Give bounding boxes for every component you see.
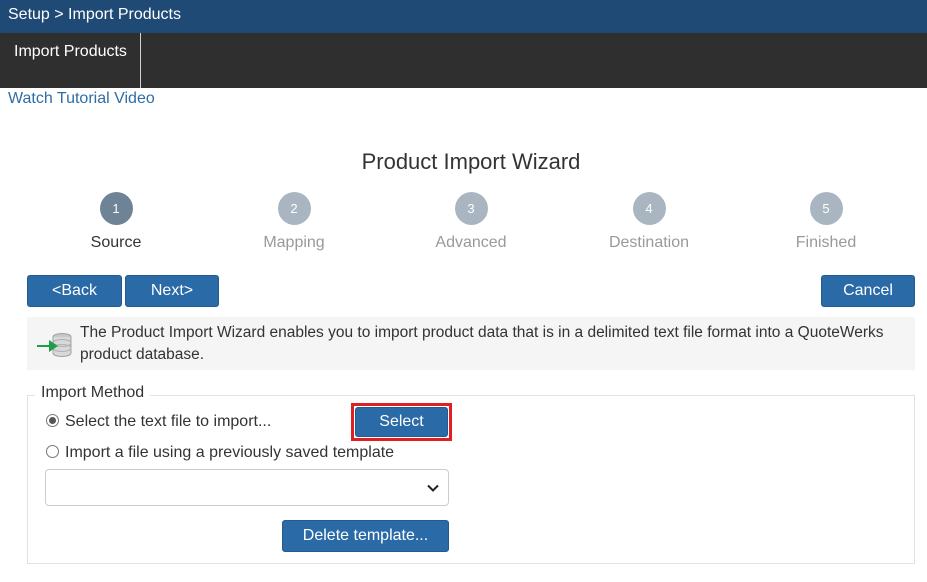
step-number: 3	[454, 192, 488, 225]
step-label: Source	[90, 234, 142, 251]
select-file-button[interactable]: Select	[355, 407, 448, 437]
wizard-step-finished: 5 Finished	[766, 192, 886, 252]
wizard-title: Product Import Wizard	[361, 149, 581, 174]
step-number: 1	[99, 192, 133, 225]
step-number: 2	[277, 192, 311, 225]
step-number: 4	[632, 192, 666, 225]
tab-import-products[interactable]: Import Products	[0, 33, 141, 88]
wizard-step-source: 1 Source	[56, 192, 176, 252]
radio-select-file[interactable]	[46, 414, 59, 427]
next-button[interactable]: Next>	[125, 275, 219, 307]
back-button[interactable]: <Back	[27, 275, 122, 307]
tab-label: Import Products	[14, 43, 127, 60]
option-saved-template[interactable]: Import a file using a previously saved t…	[46, 444, 394, 462]
radio-saved-template[interactable]	[46, 445, 59, 458]
watch-tutorial-link[interactable]: Watch Tutorial Video	[8, 90, 155, 108]
import-arrow-icon	[35, 331, 73, 359]
info-box: The Product Import Wizard enables you to…	[27, 317, 915, 370]
template-dropdown[interactable]	[45, 469, 449, 506]
wizard-step-mapping: 2 Mapping	[234, 192, 354, 252]
import-method-legend: Import Method	[35, 384, 151, 402]
cancel-button[interactable]: Cancel	[821, 275, 915, 307]
info-text: The Product Import Wizard enables you to…	[80, 324, 884, 363]
wizard-step-destination: 4 Destination	[589, 192, 709, 252]
step-label: Advanced	[435, 234, 507, 251]
option-select-file-label: Select the text file to import...	[65, 413, 272, 430]
step-label: Finished	[795, 234, 857, 251]
option-saved-template-label: Import a file using a previously saved t…	[65, 444, 395, 461]
step-number: 5	[809, 192, 843, 225]
tab-bar: Import Products	[0, 33, 927, 88]
step-label: Destination	[608, 234, 690, 251]
breadcrumb: Setup > Import Products	[0, 0, 927, 33]
wizard-step-advanced: 3 Advanced	[411, 192, 531, 252]
step-label: Mapping	[263, 234, 325, 251]
breadcrumb-text: Setup > Import Products	[8, 6, 181, 23]
chevron-down-icon	[426, 481, 440, 495]
delete-template-button[interactable]: Delete template...	[282, 520, 449, 552]
option-select-file[interactable]: Select the text file to import...	[46, 413, 271, 431]
